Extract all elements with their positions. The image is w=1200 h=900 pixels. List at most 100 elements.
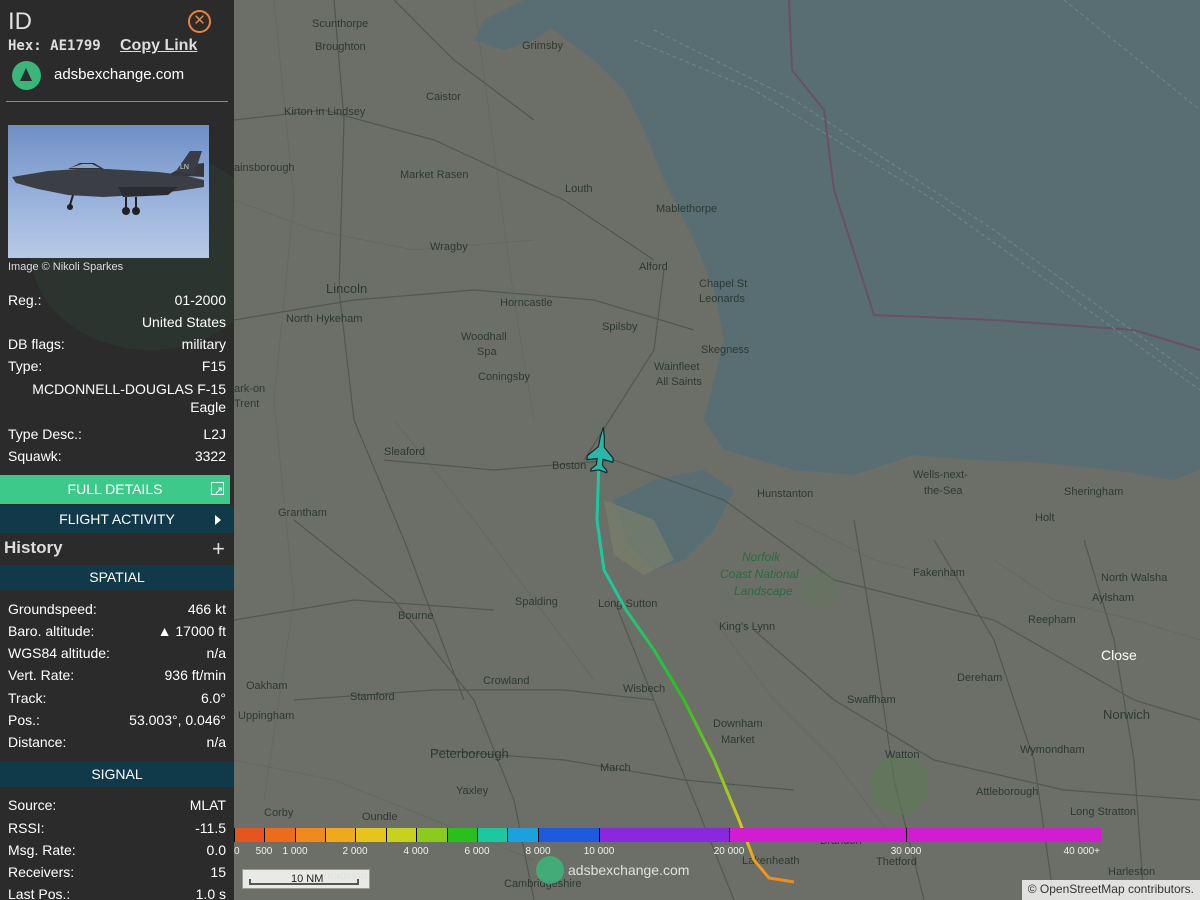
typedesc-value: L2J xyxy=(203,426,226,442)
place-wymondham: Wymondham xyxy=(1020,744,1085,756)
adsb-logo-icon xyxy=(12,61,41,90)
type-value: F15 xyxy=(201,358,226,374)
copy-link[interactable]: Copy Link xyxy=(120,37,197,55)
altitude-legend-segment xyxy=(295,828,325,842)
svg-text:LN: LN xyxy=(180,164,189,171)
place-attleborough: Attleborough xyxy=(976,786,1039,798)
place-long-sutton: Long Sutton xyxy=(598,598,658,610)
place-the-sea: the-Sea xyxy=(924,485,963,497)
hex-label: Hex: xyxy=(8,38,42,54)
altitude-legend-label: 20 000 xyxy=(713,846,745,857)
rssi-label: RSSI: xyxy=(8,820,45,836)
map-view[interactable]: Scunthorpe Broughton Grimsby Caistor Kir… xyxy=(234,0,1200,900)
spatial-header: SPATIAL xyxy=(0,565,234,590)
place-gainsborough: ainsborough xyxy=(234,162,295,174)
altitude-legend-segment xyxy=(386,828,416,842)
position-label: Pos.: xyxy=(8,712,40,728)
place-north-hykeham: North Hykeham xyxy=(286,313,363,325)
history-expand-button[interactable]: + xyxy=(212,536,225,562)
history-heading[interactable]: History xyxy=(4,538,63,558)
position-value: 53.003°, 0.046° xyxy=(129,712,226,728)
place-sleaford: Sleaford xyxy=(384,446,425,458)
place-lincoln: Lincoln xyxy=(326,281,368,296)
vert-rate-label: Vert. Rate: xyxy=(8,667,75,683)
typedesc-label: Type Desc.: xyxy=(8,426,82,442)
close-icon[interactable]: ✕ xyxy=(188,10,211,33)
altitude-legend-label: 30 000 xyxy=(890,846,922,857)
aircraft-photo[interactable]: LN xyxy=(8,125,209,258)
photo-credit: Image © Nikoli Sparkes xyxy=(8,261,124,273)
place-aylsham: Aylsham xyxy=(1092,592,1134,604)
altitude-legend-label: 6 000 xyxy=(464,846,490,857)
f15-silhouette-icon xyxy=(586,426,614,474)
place-spa: Spa xyxy=(477,346,497,358)
dbflags-label: DB flags: xyxy=(8,336,65,352)
msg-rate-value: 0.0 xyxy=(206,842,226,858)
place-ark-on: ark-on xyxy=(234,383,266,395)
map-attribution[interactable]: © OpenStreetMap contributors. xyxy=(1021,880,1200,900)
place-yaxley: Yaxley xyxy=(456,785,489,797)
altitude-legend-label: 2 000 xyxy=(342,846,368,857)
place-wells: Wells-next- xyxy=(913,469,968,481)
baro-altitude-value: ▲ 17000 ft xyxy=(157,623,226,639)
track-label: Track: xyxy=(8,690,47,706)
place-broughton: Broughton xyxy=(315,41,366,53)
source-value: MLAT xyxy=(189,797,226,813)
place-bourne: Bourne xyxy=(398,610,434,622)
place-kirton: Kirton in Lindsey xyxy=(284,106,366,118)
divider xyxy=(6,101,228,102)
full-details-label: FULL DETAILS xyxy=(67,481,163,497)
place-mablethorpe: Mablethorpe xyxy=(656,203,718,215)
altitude-legend-segment xyxy=(447,828,477,842)
map-base xyxy=(234,0,1200,900)
aircraft-marker-icon[interactable] xyxy=(584,426,619,475)
place-grimsby: Grimsby xyxy=(522,40,563,52)
source-label: Source: xyxy=(8,797,57,813)
altitude-legend-label: 4 000 xyxy=(403,846,429,857)
place-all-saints: All Saints xyxy=(656,376,702,388)
place-harleston: Harleston xyxy=(1108,866,1156,878)
panel-title: ID xyxy=(8,8,32,35)
altitude-legend-segment xyxy=(234,828,264,842)
place-peterborough: Peterborough xyxy=(430,746,509,761)
place-boston: Boston xyxy=(552,460,587,472)
rssi-value: -11.5 xyxy=(195,820,226,836)
map-close-button[interactable]: Close xyxy=(1101,647,1137,663)
place-stamford: Stamford xyxy=(350,691,395,703)
place-north-walsham: North Walsha xyxy=(1101,572,1168,584)
altitude-legend-segment xyxy=(355,828,386,842)
vert-rate-value: 936 ft/min xyxy=(164,667,226,683)
place-march: March xyxy=(600,762,631,774)
adsb-watermark-text: adsbexchange.com xyxy=(568,862,690,878)
place-horncastle: Horncastle xyxy=(500,297,553,309)
scale-label: 10 NM xyxy=(291,873,324,885)
place-uppingham: Uppingham xyxy=(238,710,295,722)
altitude-legend-segment xyxy=(507,828,538,842)
msg-rate-label: Msg. Rate: xyxy=(8,842,76,858)
aircraft-info-panel: ID ✕ Hex: AE1799 Copy Link adsbexchange.… xyxy=(0,0,234,900)
place-sheringham: Sheringham xyxy=(1064,486,1124,498)
adsb-site-link[interactable]: adsbexchange.com xyxy=(54,66,184,83)
place-oundle: Oundle xyxy=(362,811,398,823)
external-link-icon xyxy=(211,477,224,506)
place-dereham: Dereham xyxy=(957,672,1003,684)
distance-label: Distance: xyxy=(8,734,67,750)
altitude-legend-label: 500 xyxy=(255,846,273,857)
full-details-button[interactable]: FULL DETAILS xyxy=(0,475,230,506)
flight-activity-button[interactable]: FLIGHT ACTIVITY xyxy=(0,506,234,533)
hex-value: AE1799 xyxy=(50,38,101,54)
last-pos-value: 1.0 s xyxy=(195,886,226,900)
altitude-legend-segment xyxy=(906,828,1101,842)
place-wisbech: Wisbech xyxy=(623,683,666,695)
reg-value: 01-2000 xyxy=(174,292,226,308)
scale-bar: 10 NM xyxy=(242,869,370,889)
squawk-value: 3322 xyxy=(194,448,226,464)
adsb-watermark-icon xyxy=(536,856,564,884)
altitude-legend-label: 1 000 xyxy=(282,846,308,857)
place-spalding: Spalding xyxy=(515,596,558,608)
last-pos-label: Last Pos.: xyxy=(8,886,71,900)
wgs84-value: n/a xyxy=(206,645,226,661)
place-oakham: Oakham xyxy=(246,680,288,692)
track-value: 6.0° xyxy=(200,690,226,706)
country-value: United States xyxy=(141,314,226,330)
